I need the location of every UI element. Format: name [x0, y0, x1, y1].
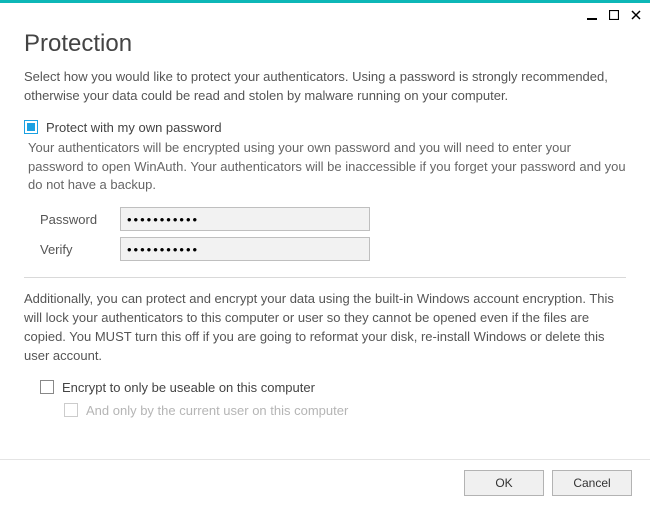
password-input[interactable]	[120, 207, 370, 231]
protect-password-label: Protect with my own password	[46, 120, 222, 135]
verify-input[interactable]	[120, 237, 370, 261]
verify-row: Verify	[40, 237, 626, 261]
window-titlebar	[0, 0, 650, 26]
protect-password-checkbox[interactable]	[24, 120, 38, 134]
password-row: Password	[40, 207, 626, 231]
close-icon[interactable]	[630, 9, 642, 21]
encrypt-computer-row[interactable]: Encrypt to only be useable on this compu…	[40, 380, 626, 395]
dialog-content: Protection Select how you would like to …	[0, 26, 650, 432]
encrypt-user-label: And only by the current user on this com…	[86, 403, 348, 418]
protect-password-description: Your authenticators will be encrypted us…	[28, 139, 626, 196]
ok-button[interactable]: OK	[464, 470, 544, 496]
encrypt-computer-checkbox[interactable]	[40, 380, 54, 394]
intro-text: Select how you would like to protect you…	[24, 68, 626, 106]
verify-label: Verify	[40, 242, 120, 257]
encryption-description: Additionally, you can protect and encryp…	[24, 290, 626, 365]
maximize-icon[interactable]	[608, 9, 620, 21]
dialog-footer: OK Cancel	[464, 470, 632, 496]
encrypt-user-row: And only by the current user on this com…	[64, 403, 626, 418]
protect-password-row[interactable]: Protect with my own password	[24, 120, 626, 135]
footer-divider	[0, 459, 650, 460]
minimize-icon[interactable]	[586, 9, 598, 21]
cancel-button[interactable]: Cancel	[552, 470, 632, 496]
section-divider	[24, 277, 626, 278]
encrypt-user-checkbox	[64, 403, 78, 417]
password-label: Password	[40, 212, 120, 227]
page-title: Protection	[24, 30, 626, 58]
encrypt-computer-label: Encrypt to only be useable on this compu…	[62, 380, 315, 395]
